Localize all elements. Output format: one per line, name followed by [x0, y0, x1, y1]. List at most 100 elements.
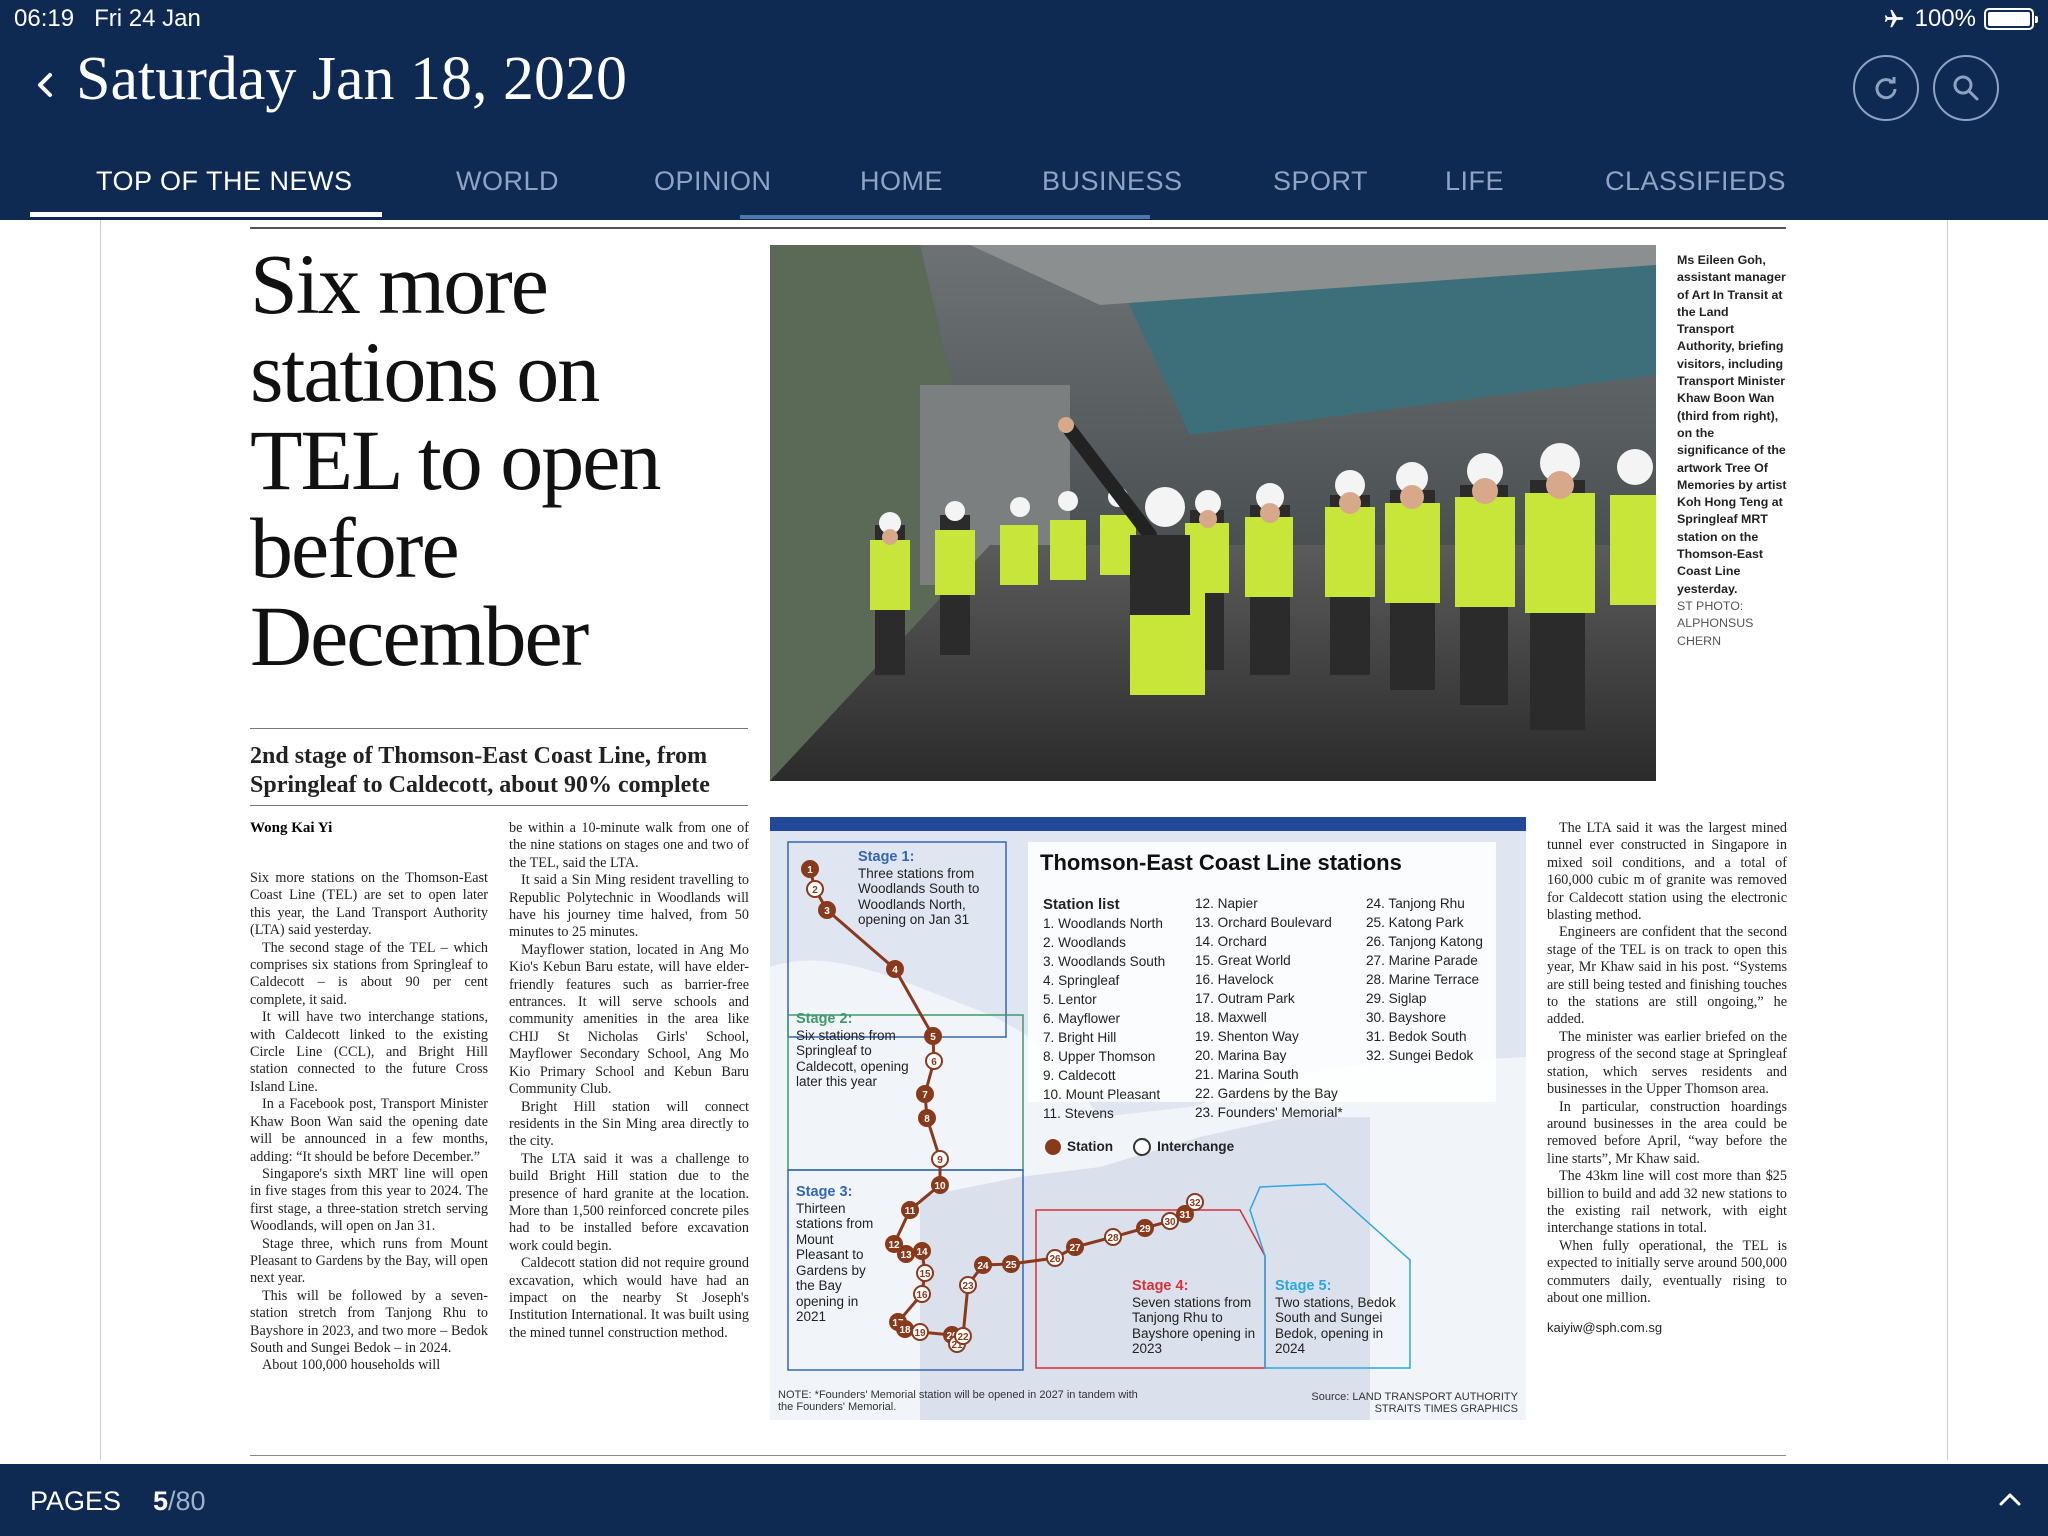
tab-opinion[interactable]: OPINION — [654, 166, 772, 197]
station-item: 25. Katong Park — [1366, 915, 1464, 930]
station-item: 3. Woodlands South — [1043, 954, 1166, 969]
station-number-label: 7 — [922, 1090, 928, 1101]
refresh-button[interactable] — [1853, 55, 1919, 121]
current-page: 5 — [153, 1486, 169, 1516]
tab-sport[interactable]: SPORT — [1273, 166, 1368, 197]
station-item: 5. Lentor — [1043, 992, 1097, 1007]
station-item: 17. Outram Park — [1195, 991, 1295, 1006]
map-note: NOTE: *Founders' Memorial station will b… — [778, 1389, 1138, 1413]
top-rule — [250, 227, 1786, 229]
station-list-col-3: 24. Tanjong Rhu 25. Katong Park 26. Tanj… — [1366, 894, 1483, 1065]
paragraph: The second stage of the TEL – which comp… — [250, 939, 488, 1008]
pages-button[interactable]: PAGES — [30, 1486, 121, 1517]
chevron-up-icon[interactable] — [1998, 1488, 2022, 1512]
tab-business[interactable]: BUSINESS — [1042, 166, 1183, 197]
paragraph: Six more stations on the Thomson-East Co… — [250, 870, 488, 939]
station-item: 14. Orchard — [1195, 934, 1267, 949]
tab-world[interactable]: WORLD — [456, 166, 559, 197]
article-headline: Six more stations on TEL to open before … — [250, 236, 661, 684]
station-number-label: 31 — [1179, 1210, 1191, 1221]
paragraph: The minister was earlier briefed on the … — [1547, 1028, 1787, 1098]
paragraph: It said a Sin Ming resident travelling t… — [509, 872, 749, 941]
status-date: Fri 24 Jan — [94, 5, 201, 32]
station-item: 21. Marina South — [1195, 1067, 1299, 1082]
paragraph: In a Facebook post, Transport Minister K… — [250, 1096, 488, 1165]
station-list-col-1: Station list 1. Woodlands North 2. Woodl… — [1043, 895, 1165, 1123]
bottom-rule — [250, 1455, 1786, 1456]
station-item: 9. Caldecott — [1043, 1068, 1116, 1083]
station-item: 11. Stevens — [1043, 1106, 1114, 1121]
paragraph: be within a 10-minute walk from one of t… — [509, 820, 749, 871]
bottom-bar: PAGES 5/80 — [0, 1464, 2048, 1536]
edition-date-title: Saturday Jan 18, 2020 — [76, 45, 628, 113]
station-list-col-2: 12. Napier 13. Orchard Boulevard 14. Orc… — [1195, 894, 1343, 1122]
page-indicator: 5/80 — [153, 1486, 206, 1517]
station-number-label: 8 — [924, 1114, 930, 1125]
search-icon — [1953, 75, 1979, 101]
caption-text: Ms Eileen Goh, assistant manager of Art … — [1677, 253, 1787, 596]
station-number-label: 23 — [962, 1281, 974, 1292]
total-pages: /80 — [168, 1486, 206, 1516]
headline-rule — [250, 728, 748, 729]
station-number-label: 5 — [930, 1032, 936, 1043]
stage-5-title: Stage 5: — [1275, 1278, 1332, 1294]
station-item: 30. Bayshore — [1366, 1010, 1447, 1025]
station-dot-icon — [1045, 1138, 1061, 1155]
tab-classifieds[interactable]: CLASSIFIEDS — [1605, 166, 1786, 197]
top-bar: 06:19 Fri 24 Jan 100% Saturday Jan 18, 2… — [0, 0, 2048, 220]
stage-1-label: Stage 1: Three stations from Woodlands S… — [858, 849, 998, 928]
interchange-ring-icon — [1133, 1137, 1152, 1156]
station-number-label: 1 — [807, 865, 813, 876]
station-item: 20. Marina Bay — [1195, 1048, 1287, 1063]
station-item: 15. Great World — [1195, 953, 1291, 968]
stage-4-label: Stage 4: Seven stations from Tanjong Rhu… — [1132, 1278, 1260, 1357]
station-item: 6. Mayflower — [1043, 1011, 1121, 1026]
stage-4-title: Stage 4: — [1132, 1278, 1189, 1294]
photo-caption: Ms Eileen Goh, assistant manager of Art … — [1677, 252, 1789, 650]
station-number-label: 6 — [931, 1057, 937, 1068]
station-item: 7. Bright Hill — [1043, 1030, 1117, 1045]
paragraph: Mayflower station, located in Ang Mo Kio… — [509, 941, 749, 1098]
stage-5-label: Stage 5: Two stations, Bedok South and S… — [1275, 1278, 1403, 1357]
station-item: 12. Napier — [1195, 896, 1258, 911]
station-list-header: Station list — [1043, 896, 1120, 913]
author-email: kaiyiw@sph.com.sg — [1547, 1320, 1663, 1336]
station-item: 22. Gardens by the Bay — [1195, 1086, 1338, 1101]
status-time: 06:19 — [14, 5, 75, 32]
stage-2-text: Six stations from Springleaf to Caldecot… — [796, 1027, 909, 1090]
paragraph: Engineers are confident that the second … — [1547, 924, 1787, 1028]
station-number-label: 10 — [934, 1181, 946, 1192]
station-number-label: 25 — [1005, 1260, 1017, 1271]
station-item: 10. Mount Pleasant — [1043, 1087, 1161, 1102]
station-item: 1. Woodlands North — [1043, 916, 1163, 931]
station-item: 31. Bedok South — [1366, 1029, 1467, 1044]
tab-top-of-the-news[interactable]: TOP OF THE NEWS — [96, 166, 353, 197]
back-chevron-icon[interactable] — [30, 60, 62, 110]
station-number-label: 2 — [812, 885, 818, 896]
article-column-2: be within a 10-minute walk from one of t… — [509, 820, 749, 1342]
tab-home[interactable]: HOME — [860, 166, 943, 197]
tab-scroll-indicator — [740, 215, 1150, 219]
stage-2-title: Stage 2: — [796, 1011, 853, 1027]
paragraph: The LTA said it was a challenge to build… — [509, 1150, 749, 1254]
status-bar-right: 100% — [1881, 5, 2038, 33]
station-number-label: 18 — [899, 1325, 911, 1336]
station-item: 27. Marine Parade — [1366, 953, 1478, 968]
stage-4-text: Seven stations from Tanjong Rhu to Baysh… — [1132, 1294, 1256, 1357]
station-number-label: 30 — [1164, 1217, 1176, 1228]
station-item: 13. Orchard Boulevard — [1195, 915, 1332, 930]
paragraph: Caldecott station did not require ground… — [509, 1255, 749, 1341]
tab-life[interactable]: LIFE — [1445, 166, 1504, 197]
article-column-3: The LTA said it was the largest mined tu… — [1547, 820, 1787, 1337]
active-tab-indicator — [30, 212, 382, 217]
station-number-label: 3 — [824, 906, 830, 917]
station-item: 32. Sungei Bedok — [1366, 1048, 1474, 1063]
search-button[interactable] — [1933, 55, 1999, 121]
station-number-label: 28 — [1107, 1233, 1119, 1244]
legend-station: Station — [1067, 1139, 1114, 1154]
station-item: 4. Springleaf — [1043, 973, 1120, 988]
station-item: 26. Tanjong Katong — [1366, 934, 1483, 949]
station-number-label: 26 — [1049, 1254, 1061, 1265]
station-number-label: 12 — [888, 1240, 900, 1251]
paragraph: The 43km line will cost more than $25 bi… — [1547, 1168, 1787, 1237]
